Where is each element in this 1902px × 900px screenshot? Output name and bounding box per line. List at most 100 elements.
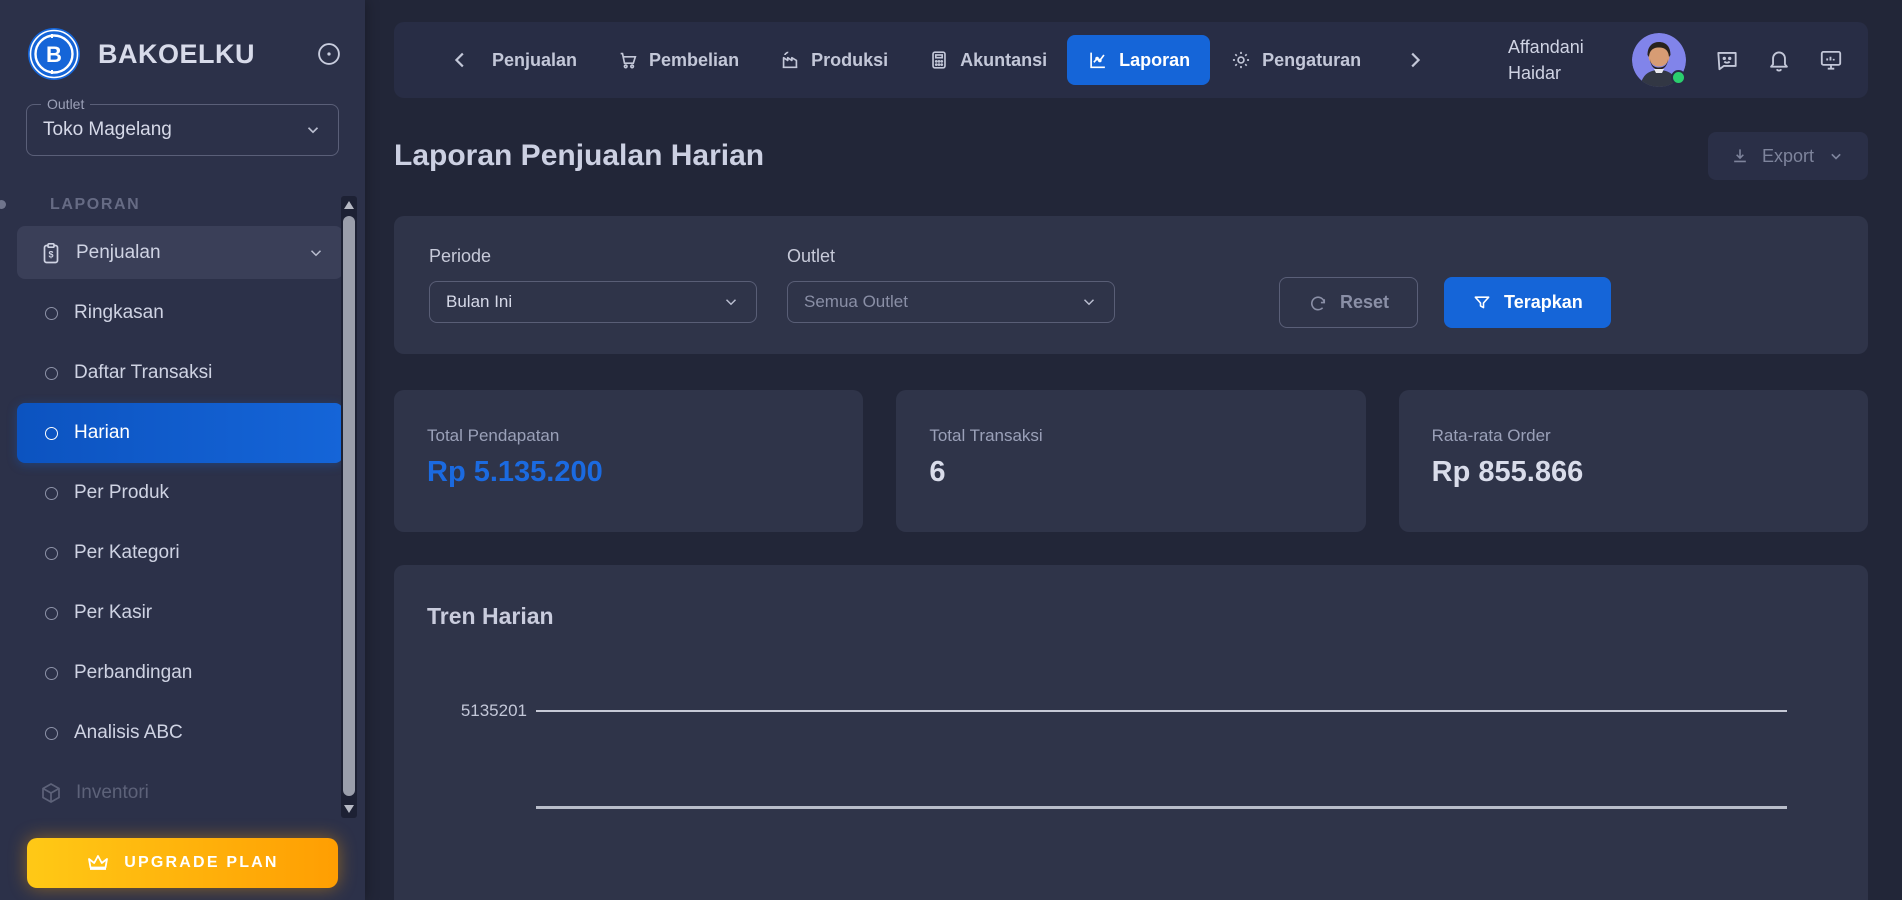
download-icon [1730,146,1750,166]
user-name: Affandani Haidar [1508,34,1608,86]
section-dot [0,200,6,209]
svg-text:$: $ [48,249,53,259]
daily-trend-chart: 5135201 [394,565,1868,900]
online-status-dot [1671,70,1686,85]
sidebar-item-inventori[interactable]: Inventori [17,763,343,823]
stat-value: Rp 855.866 [1432,456,1835,489]
sidebar-item-label: Harian [74,422,130,444]
sidebar-item-harian[interactable]: Harian [17,403,343,463]
scroll-up-arrow-icon[interactable] [344,201,354,209]
chevron-down-icon [722,293,740,311]
outlet-selector-label: Outlet [41,96,90,112]
gridline-second [536,806,1787,809]
outlet-select[interactable]: Semua Outlet [787,281,1115,323]
page-title: Laporan Penjualan Harian [394,139,764,173]
sidebar-menu: $ Penjualan Ringkasan Daftar Transaksi H… [0,220,365,823]
monitor-dashboard-icon[interactable] [1818,47,1844,73]
clipboard-dollar-icon: $ [39,241,63,265]
reset-button[interactable]: Reset [1279,277,1418,328]
periode-field: Periode Bulan Ini [429,246,757,323]
filter-panel: Periode Bulan Ini Outlet Semua Outlet [394,216,1868,354]
gridline-top [536,710,1787,712]
scroll-down-arrow-icon[interactable] [344,805,354,813]
radio-circle-icon [45,307,58,320]
bakoelku-logo-icon: B [26,26,82,82]
stat-card-rata-rata-order: Rata-rata Order Rp 855.866 [1399,390,1868,532]
chevron-down-icon [307,244,325,262]
radio-circle-icon [45,727,58,740]
sidebar-item-per-kategori[interactable]: Per Kategori [17,523,343,583]
gear-icon [1230,49,1252,71]
shopping-cart-icon [617,49,639,71]
radio-circle-icon [45,487,58,500]
outlet-selector[interactable]: Outlet Toko Magelang [26,104,339,156]
nav-item-pengaturan[interactable]: Pengaturan [1210,35,1381,85]
sidebar-item-daftar-transaksi[interactable]: Daftar Transaksi [17,343,343,403]
crown-icon [86,851,110,875]
nav-item-akuntansi[interactable]: Akuntansi [908,35,1067,85]
sidebar-item-label: Analisis ABC [74,722,183,744]
stat-label: Total Pendapatan [427,426,830,446]
periode-label: Periode [429,246,757,267]
filter-actions: Reset Terapkan [1279,277,1611,328]
app-window: B BAKOELKU Outlet Toko Magelang LAPORAN [0,0,1902,900]
upgrade-plan-button[interactable]: UPGRADE PLAN [27,838,338,888]
stat-label: Rata-rata Order [1432,426,1835,446]
chevron-down-icon [1826,146,1846,166]
sidebar-section-laporan: LAPORAN [0,196,365,214]
sidebar-item-per-produk[interactable]: Per Produk [17,463,343,523]
page-header: Laporan Penjualan Harian Export [394,132,1868,180]
outlet-field: Outlet Semua Outlet [787,246,1115,323]
chart-report-icon [1087,49,1109,71]
outlet-filter-label: Outlet [787,246,1115,267]
stat-label: Total Transaksi [929,426,1332,446]
trend-chart-card: Tren Harian 5135201 [394,565,1868,900]
stats-row: Total Pendapatan Rp 5.135.200 Total Tran… [394,390,1868,532]
user-avatar[interactable] [1632,33,1686,87]
nav-scroll-right-icon[interactable] [1403,49,1425,71]
brand: B BAKOELKU [0,0,365,82]
sidebar-item-label: Perbandingan [74,662,192,684]
y-axis-tick: 5135201 [449,701,527,721]
chevron-down-icon [1080,293,1098,311]
nav-item-pembelian[interactable]: Pembelian [597,35,759,85]
factory-icon [779,49,801,71]
radio-circle-icon [45,367,58,380]
sidebar-item-ringkasan[interactable]: Ringkasan [17,283,343,343]
outlet-selector-value: Toko Magelang [43,119,304,141]
stat-value: 6 [929,456,1332,489]
nav-item-penjualan[interactable]: Penjualan [472,36,597,85]
radio-circle-icon [45,607,58,620]
sidebar-scrollbar[interactable] [341,196,357,818]
calculator-icon [928,49,950,71]
radio-circle-icon [45,547,58,560]
terapkan-button[interactable]: Terapkan [1444,277,1611,328]
periode-select[interactable]: Bulan Ini [429,281,757,323]
chat-smiley-icon[interactable] [1714,47,1740,73]
package-box-icon [39,781,63,805]
sidebar-item-per-kasir[interactable]: Per Kasir [17,583,343,643]
stat-card-total-pendapatan: Total Pendapatan Rp 5.135.200 [394,390,863,532]
brand-name: BAKOELKU [98,39,315,70]
nav-item-laporan[interactable]: Laporan [1067,35,1210,85]
sidebar-item-analisis-abc[interactable]: Analisis ABC [17,703,343,763]
sidebar-toggle-icon[interactable] [315,40,343,68]
sidebar-item-label: Penjualan [76,242,307,264]
nav-scroll-left-icon[interactable] [450,49,472,71]
sidebar-item-label: Per Kasir [74,602,152,624]
chevron-down-icon [304,121,322,139]
radio-circle-icon [45,667,58,680]
sidebar-item-perbandingan[interactable]: Perbandingan [17,643,343,703]
radio-circle-icon [45,427,58,440]
sidebar-item-penjualan-group[interactable]: $ Penjualan [17,226,343,279]
filter-funnel-icon [1472,293,1492,313]
export-button[interactable]: Export [1708,132,1868,180]
refresh-icon [1308,293,1328,313]
nav-item-produksi[interactable]: Produksi [759,35,908,85]
scrollbar-thumb[interactable] [343,216,355,796]
sidebar-item-label: Ringkasan [74,302,164,324]
sidebar-item-label: Daftar Transaksi [74,362,212,384]
main-area: Penjualan Pembelian Produksi [365,0,1902,900]
bell-icon[interactable] [1766,47,1792,73]
sidebar-item-label: Inventori [76,782,149,804]
